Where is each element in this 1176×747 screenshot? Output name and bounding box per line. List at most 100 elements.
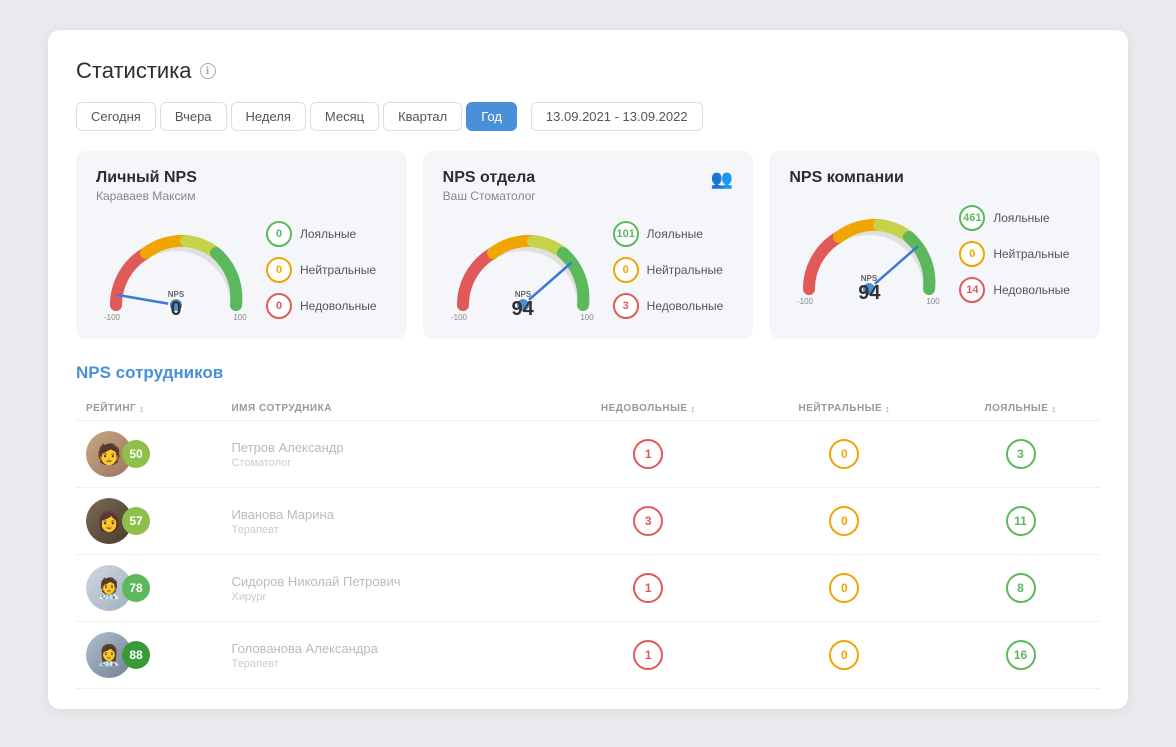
emp-name-main-1: Иванова Марина xyxy=(231,507,538,522)
table-row: 🧑 50 Петров Александр Стоматолог 1 0 3 xyxy=(76,421,1100,488)
tab-month[interactable]: Месяц xyxy=(310,102,379,131)
col-neutral[interactable]: НЕЙТРАЛЬНЫЕ ↕ xyxy=(748,397,941,421)
disloyal-cell-1: 3 xyxy=(549,488,748,555)
employees-table: РЕЙТИНГ ↕ ИМЯ СОТРУДНИКА НЕДОВОЛЬНЫЕ ↕ xyxy=(76,397,1100,689)
loyal-count-1: 11 xyxy=(1006,506,1036,536)
nps-card-department: NPS отдела Ваш Стоматолог 👥 xyxy=(423,151,754,339)
info-icon[interactable]: ℹ xyxy=(200,63,216,79)
neutral-count-1: 0 xyxy=(829,506,859,536)
employees-title: NPS сотрудников xyxy=(76,363,1100,383)
disloyal-cell-2: 1 xyxy=(549,555,748,622)
legend-neutral-dept: 0 Нейтральные xyxy=(613,257,724,283)
loyal-badge-dept: 101 xyxy=(613,221,639,247)
gauge-dept-score: 94 xyxy=(512,298,534,321)
loyal-badge-personal: 0 xyxy=(266,221,292,247)
gauge-company-score: 94 xyxy=(858,282,880,305)
emp-name-sub-1: Терапевт xyxy=(231,524,538,536)
neutral-cell-3: 0 xyxy=(748,622,941,689)
disloyal-count-0: 1 xyxy=(633,439,663,469)
disloyal-badge-dept: 3 xyxy=(613,293,639,319)
svg-text:100: 100 xyxy=(927,297,941,306)
loyal-count-0: 3 xyxy=(1006,439,1036,469)
loyal-label: Лояльные xyxy=(300,227,356,241)
emp-name-cell-2: Сидоров Николай Петрович Хирург xyxy=(221,555,548,622)
rating-cell-1: 👩 57 xyxy=(76,488,221,555)
neutral-cell-1: 0 xyxy=(748,488,941,555)
nps-card-personal-subtitle: Караваев Максим xyxy=(96,189,387,203)
team-icon[interactable]: 👥 xyxy=(711,169,733,190)
disloyal-cell-0: 1 xyxy=(549,421,748,488)
tab-week[interactable]: Неделя xyxy=(231,102,306,131)
col-rating[interactable]: РЕЙТИНГ ↕ xyxy=(76,397,221,421)
tab-quarter[interactable]: Квартал xyxy=(383,102,462,131)
loyal-cell-0: 3 xyxy=(941,421,1100,488)
neutral-cell-0: 0 xyxy=(748,421,941,488)
nps-card-personal-body: -100 100 NPS 0 0 Лояльные 0 Нейтральные xyxy=(96,215,387,325)
svg-text:-100: -100 xyxy=(104,313,121,322)
table-header-row: РЕЙТИНГ ↕ ИМЯ СОТРУДНИКА НЕДОВОЛЬНЫЕ ↕ xyxy=(76,397,1100,421)
neutral-cell-2: 0 xyxy=(748,555,941,622)
gauge-department: -100 100 NPS 94 xyxy=(443,215,603,325)
nps-legend-company: 461 Лояльные 0 Нейтральные 14 Недовольны… xyxy=(959,205,1070,303)
gauge-company: -100 100 NPS 94 xyxy=(789,199,949,309)
disloyal-count-1: 3 xyxy=(633,506,663,536)
neutral-badge-dept: 0 xyxy=(613,257,639,283)
gauge-personal: -100 100 NPS 0 xyxy=(96,215,256,325)
neutral-count-3: 0 xyxy=(829,640,859,670)
legend-loyal-personal: 0 Лояльные xyxy=(266,221,377,247)
emp-name-cell-3: Голованова Александра Терапевт xyxy=(221,622,548,689)
sort-icon-loyal: ↕ xyxy=(1051,404,1056,414)
sort-icon-rating: ↕ xyxy=(139,404,144,414)
main-card: Статистика ℹ Сегодня Вчера Неделя Месяц … xyxy=(48,30,1128,709)
disloyal-count-2: 1 xyxy=(633,573,663,603)
gauge-personal-score: 0 xyxy=(170,298,181,321)
svg-text:100: 100 xyxy=(580,313,594,322)
loyal-badge-company: 461 xyxy=(959,205,985,231)
svg-text:-100: -100 xyxy=(451,313,468,322)
rating-badge-2: 78 xyxy=(122,574,150,602)
neutral-badge-company: 0 xyxy=(959,241,985,267)
emp-name-cell-0: Петров Александр Стоматолог xyxy=(221,421,548,488)
sort-icon-disloyal: ↕ xyxy=(691,404,696,414)
nps-card-dept-subtitle: Ваш Стоматолог xyxy=(443,189,536,203)
col-loyal[interactable]: ЛОЯЛЬНЫЕ ↕ xyxy=(941,397,1100,421)
nps-card-dept-body: -100 100 NPS 94 101 Лояльные 0 Нейтральн… xyxy=(443,215,734,325)
nps-card-personal-title: Личный NPS xyxy=(96,169,387,187)
emp-name-sub-3: Терапевт xyxy=(231,658,538,670)
disloyal-label-dept: Недовольные xyxy=(647,299,724,313)
disloyal-label-company: Недовольные xyxy=(993,283,1070,297)
emp-name-cell-1: Иванова Марина Терапевт xyxy=(221,488,548,555)
loyal-label-dept: Лояльные xyxy=(647,227,703,241)
emp-name-main-2: Сидоров Николай Петрович xyxy=(231,574,538,589)
rating-cell-2: 🧑‍⚕️ 78 xyxy=(76,555,221,622)
rating-badge-1: 57 xyxy=(122,507,150,535)
emp-name-sub-2: Хирург xyxy=(231,591,538,603)
legend-neutral-company: 0 Нейтральные xyxy=(959,241,1070,267)
nps-card-company: NPS компании -100 100 NPS xyxy=(769,151,1100,339)
col-name: ИМЯ СОТРУДНИКА xyxy=(221,397,548,421)
page-title: Статистика xyxy=(76,58,192,84)
table-row: 👩 57 Иванова Марина Терапевт 3 0 11 xyxy=(76,488,1100,555)
tab-yesterday[interactable]: Вчера xyxy=(160,102,227,131)
legend-loyal-company: 461 Лояльные xyxy=(959,205,1070,231)
page-header: Статистика ℹ xyxy=(76,58,1100,84)
emp-name-main-3: Голованова Александра xyxy=(231,641,538,656)
tab-year[interactable]: Год xyxy=(466,102,517,131)
nps-card-company-body: -100 100 NPS 94 461 Лояльные 0 Нейтральн… xyxy=(789,199,1080,309)
disloyal-badge-personal: 0 xyxy=(266,293,292,319)
loyal-cell-1: 11 xyxy=(941,488,1100,555)
emp-name-main-0: Петров Александр xyxy=(231,440,538,455)
nps-legend-personal: 0 Лояльные 0 Нейтральные 0 Недовольные xyxy=(266,221,377,319)
rating-badge-0: 50 xyxy=(122,440,150,468)
table-row: 👩‍⚕️ 88 Голованова Александра Терапевт 1… xyxy=(76,622,1100,689)
legend-disloyal-company: 14 Недовольные xyxy=(959,277,1070,303)
neutral-label: Нейтральные xyxy=(300,263,376,277)
disloyal-label: Недовольные xyxy=(300,299,377,313)
loyal-label-company: Лояльные xyxy=(993,211,1049,225)
col-disloyal[interactable]: НЕДОВОЛЬНЫЕ ↕ xyxy=(549,397,748,421)
rating-badge-3: 88 xyxy=(122,641,150,669)
neutral-label-dept: Нейтральные xyxy=(647,263,723,277)
tab-today[interactable]: Сегодня xyxy=(76,102,156,131)
legend-neutral-personal: 0 Нейтральные xyxy=(266,257,377,283)
nps-legend-dept: 101 Лояльные 0 Нейтральные 3 Недовольные xyxy=(613,221,724,319)
